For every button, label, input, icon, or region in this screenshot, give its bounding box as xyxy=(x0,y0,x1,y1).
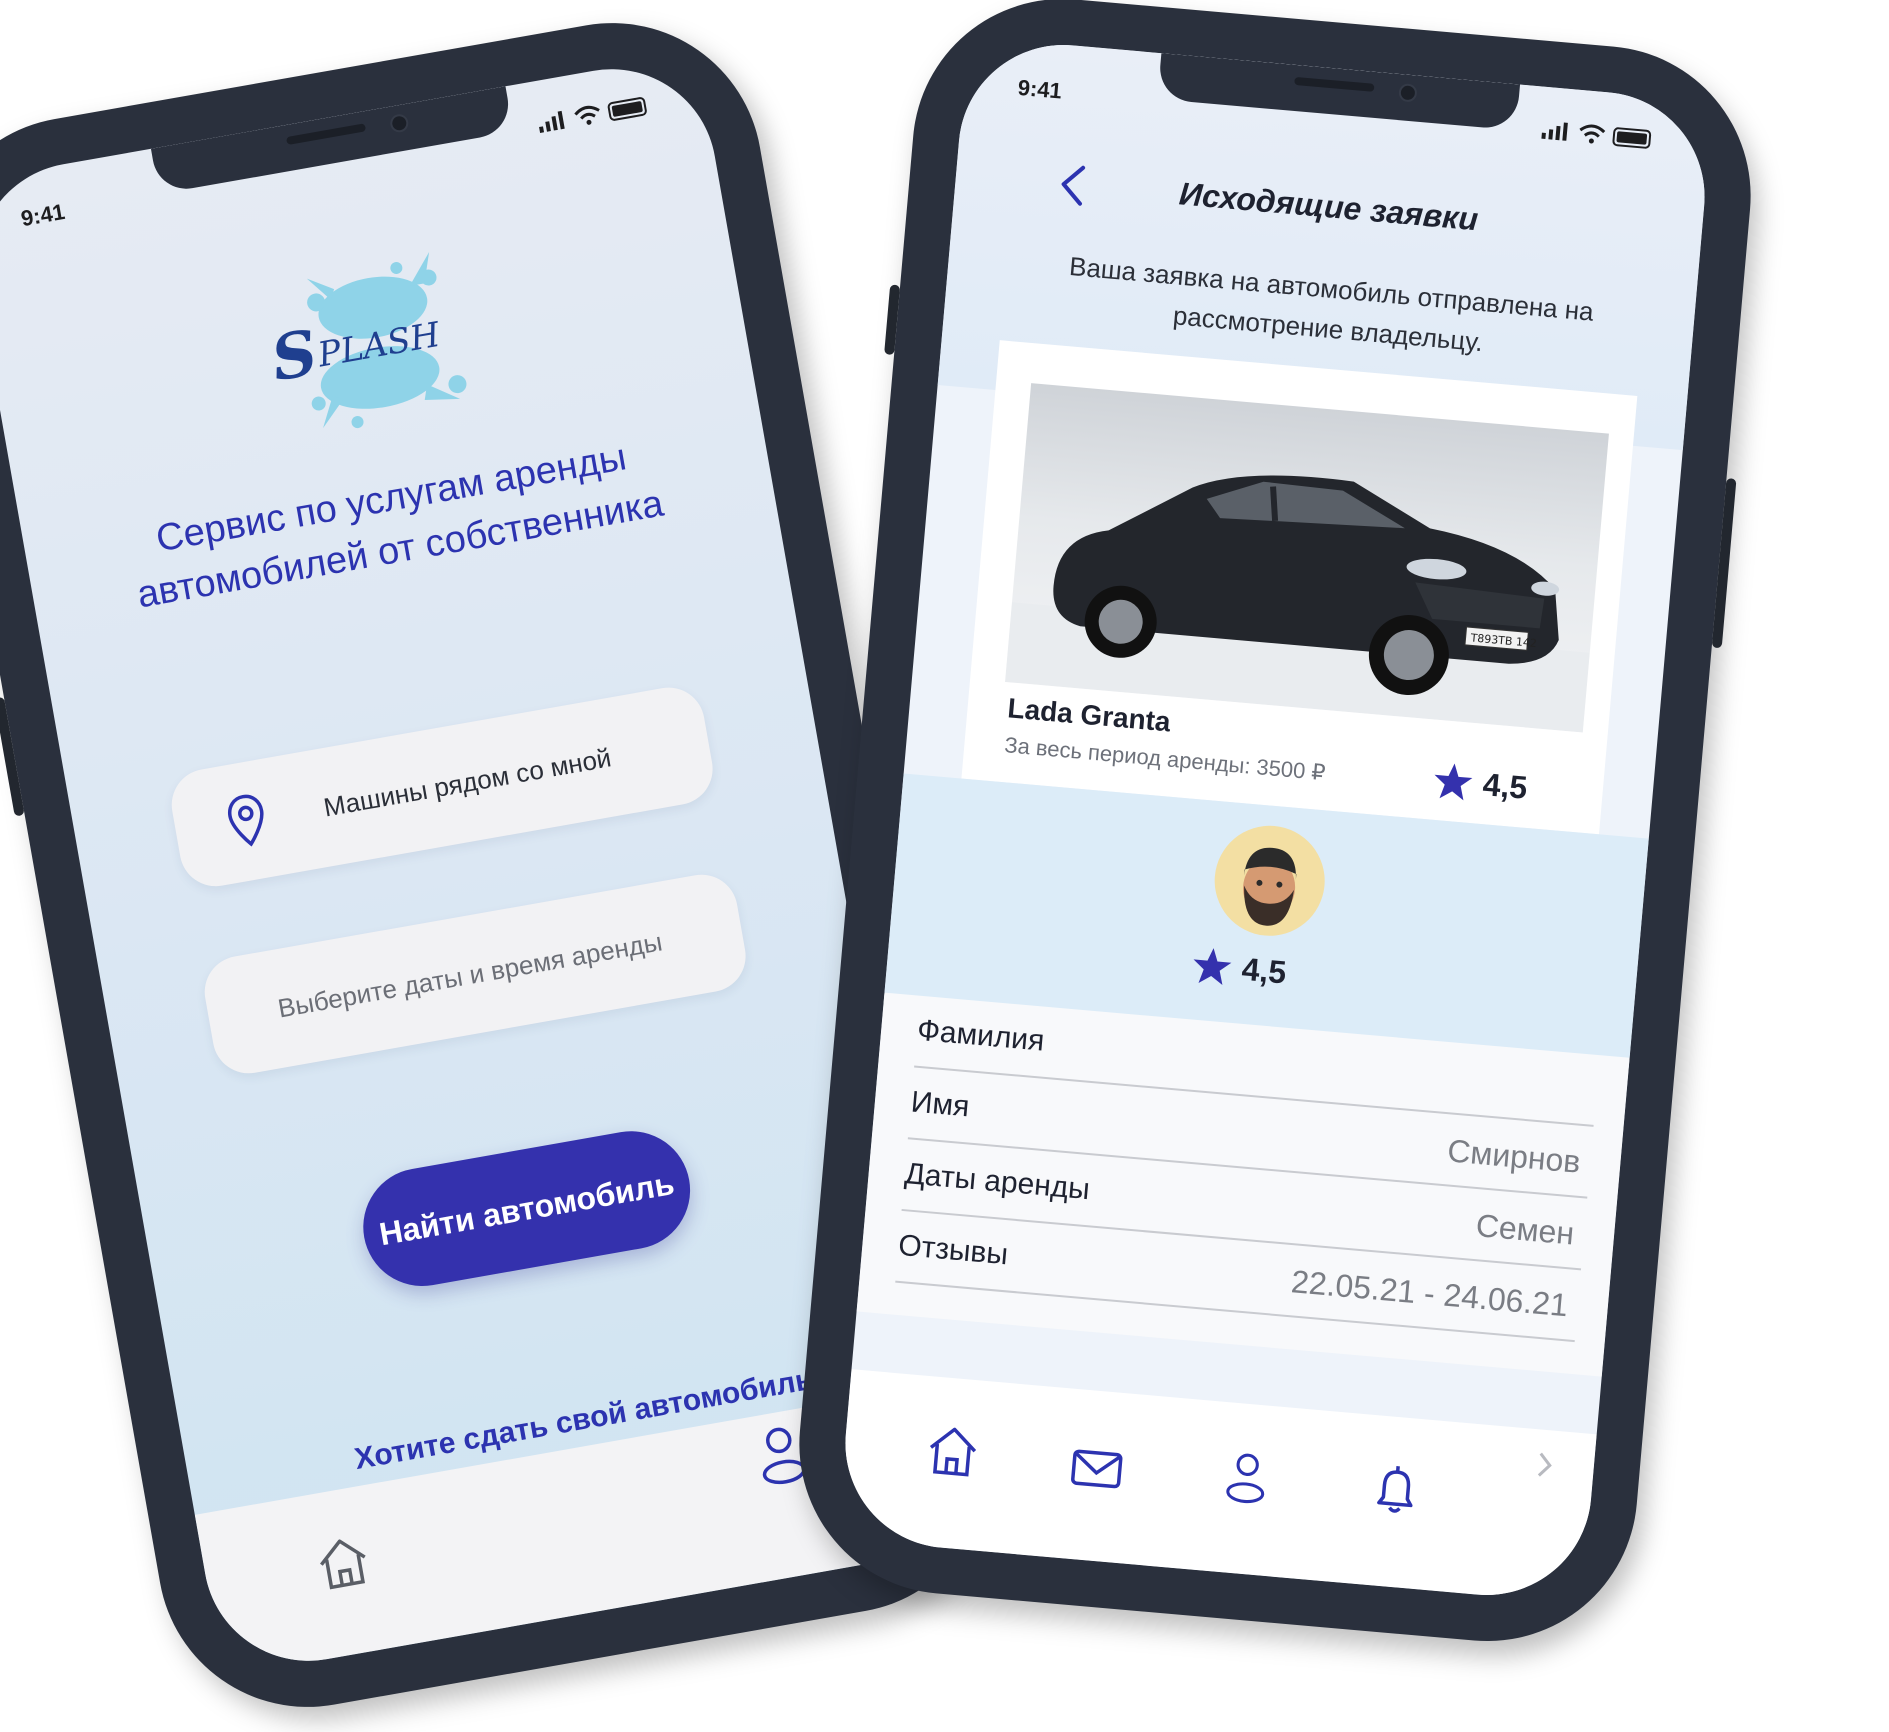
status-time: 9:41 xyxy=(1017,75,1063,105)
bell-icon[interactable] xyxy=(1366,1460,1427,1521)
outgoing-requests-screen: Исходящие заявки Ваша заявка на автомоби… xyxy=(837,36,1714,1603)
detail-value: Семен xyxy=(1474,1207,1575,1252)
car-rating-value: 4,5 xyxy=(1481,766,1529,807)
rental-dates-input[interactable]: Выберите даты и время аренды xyxy=(199,869,751,1079)
owner-rating: 4,5 xyxy=(1190,944,1288,992)
status-time: 9:41 xyxy=(19,199,67,232)
car-card[interactable]: Т893ТВ 142 Lada Granta За весь период ар… xyxy=(961,340,1637,834)
star-icon xyxy=(1431,760,1474,803)
detail-label: Фамилия xyxy=(916,1014,1046,1059)
star-icon xyxy=(1190,944,1233,987)
svg-text:S: S xyxy=(266,316,323,396)
profile-icon[interactable] xyxy=(1216,1447,1277,1508)
detail-label: Имя xyxy=(910,1085,971,1124)
splash-logo: S PLASH xyxy=(235,233,512,454)
rental-dates-placeholder: Выберите даты и время аренды xyxy=(276,926,665,1024)
nearby-cars-button[interactable]: Машины рядом со мной xyxy=(166,682,718,892)
volume-down-button xyxy=(0,697,25,817)
status-icons xyxy=(532,91,655,137)
detail-label: Отзывы xyxy=(897,1229,1009,1272)
hero-title: Сервис по услугам аренды автомобилей от … xyxy=(111,424,681,624)
owner-details-list: Фамилия Имя Смирнов Даты аренды Семен От… xyxy=(857,993,1630,1377)
detail-label: Даты аренды xyxy=(903,1157,1091,1207)
home-icon[interactable] xyxy=(311,1530,376,1595)
detail-value: Смирнов xyxy=(1446,1132,1582,1180)
car-photo: Т893ТВ 142 xyxy=(1005,383,1609,732)
car-price: За весь период аренды: 3500 ₽ xyxy=(1003,732,1326,786)
car-name: Lada Granta xyxy=(1006,692,1172,738)
mail-icon[interactable] xyxy=(1066,1439,1127,1500)
power-button xyxy=(1712,478,1737,648)
location-pin-icon xyxy=(222,789,271,853)
detail-value: 22.05.21 - 24.06.21 xyxy=(1290,1263,1570,1324)
nearby-cars-label: Машины рядом со мной xyxy=(321,742,613,823)
chevron-right-icon[interactable] xyxy=(1535,1449,1556,1480)
car-rating: 4,5 xyxy=(1431,760,1529,808)
right-phone-mockup: Исходящие заявки Ваша заявка на автомоби… xyxy=(787,0,1763,1654)
owner-rating-value: 4,5 xyxy=(1240,950,1288,991)
find-car-button[interactable]: Найти автомобиль xyxy=(354,1122,699,1296)
home-icon[interactable] xyxy=(922,1421,983,1482)
notch xyxy=(151,86,514,194)
mute-switch xyxy=(884,284,900,355)
tab-bar xyxy=(837,1369,1597,1604)
